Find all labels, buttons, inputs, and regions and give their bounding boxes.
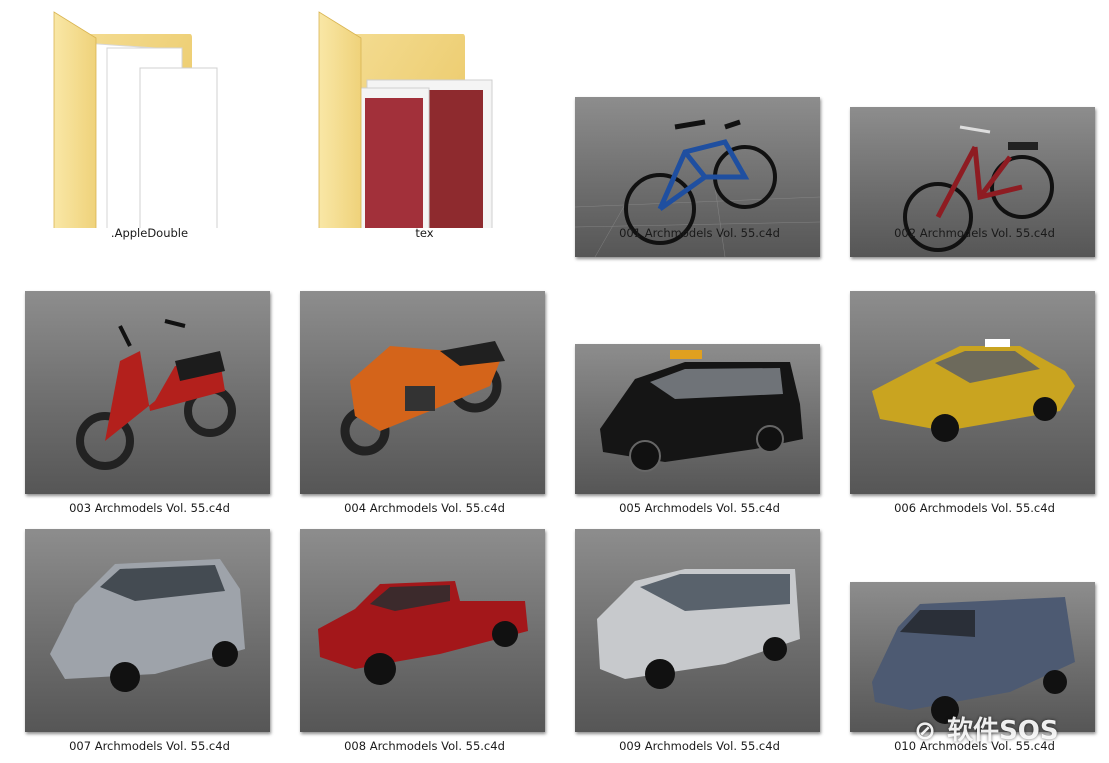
file-item-006[interactable]: 006 Archmodels Vol. 55.c4d [837, 283, 1109, 521]
watermark: ⊘ 软件SOS [912, 710, 1102, 750]
file-item-009[interactable]: 009 Archmodels Vol. 55.c4d [562, 521, 837, 759]
model-thumbnail [25, 529, 270, 732]
item-name: 003 Archmodels Vol. 55.c4d [69, 501, 230, 515]
model-thumbnail [25, 291, 270, 494]
file-item-003[interactable]: 003 Archmodels Vol. 55.c4d [12, 283, 287, 521]
sos-logo-icon: ⊘ [914, 716, 936, 746]
folder-item-tex[interactable]: tex [287, 8, 562, 271]
file-item-001[interactable]: 001 Archmodels Vol. 55.c4d [562, 8, 837, 257]
model-thumbnail [575, 529, 820, 732]
item-name: 002 Archmodels Vol. 55.c4d [894, 226, 1055, 240]
item-name: 009 Archmodels Vol. 55.c4d [619, 739, 780, 753]
item-name: tex [415, 226, 434, 240]
file-item-008[interactable]: 008 Archmodels Vol. 55.c4d [287, 521, 562, 759]
file-item-002[interactable]: 002 Archmodels Vol. 55.c4d [837, 8, 1109, 257]
item-name: 001 Archmodels Vol. 55.c4d [619, 226, 780, 240]
file-item-004[interactable]: 004 Archmodels Vol. 55.c4d [287, 283, 562, 521]
watermark-text: 软件SOS [947, 716, 1059, 746]
file-item-005[interactable]: 005 Archmodels Vol. 55.c4d [562, 283, 837, 521]
model-thumbnail [300, 291, 545, 494]
folder-item-appledouble[interactable]: .AppleDouble [12, 8, 287, 271]
item-name: .AppleDouble [110, 226, 189, 240]
folder-icon [12, 8, 287, 271]
item-name: 006 Archmodels Vol. 55.c4d [894, 501, 1055, 515]
model-thumbnail [575, 344, 820, 494]
model-thumbnail [850, 291, 1095, 494]
item-name: 007 Archmodels Vol. 55.c4d [69, 739, 230, 753]
file-item-007[interactable]: 007 Archmodels Vol. 55.c4d [12, 521, 287, 759]
model-thumbnail [300, 529, 545, 732]
folder-icon [287, 8, 562, 271]
item-name: 008 Archmodels Vol. 55.c4d [344, 739, 505, 753]
item-name: 004 Archmodels Vol. 55.c4d [344, 501, 505, 515]
item-name: 005 Archmodels Vol. 55.c4d [619, 501, 780, 515]
